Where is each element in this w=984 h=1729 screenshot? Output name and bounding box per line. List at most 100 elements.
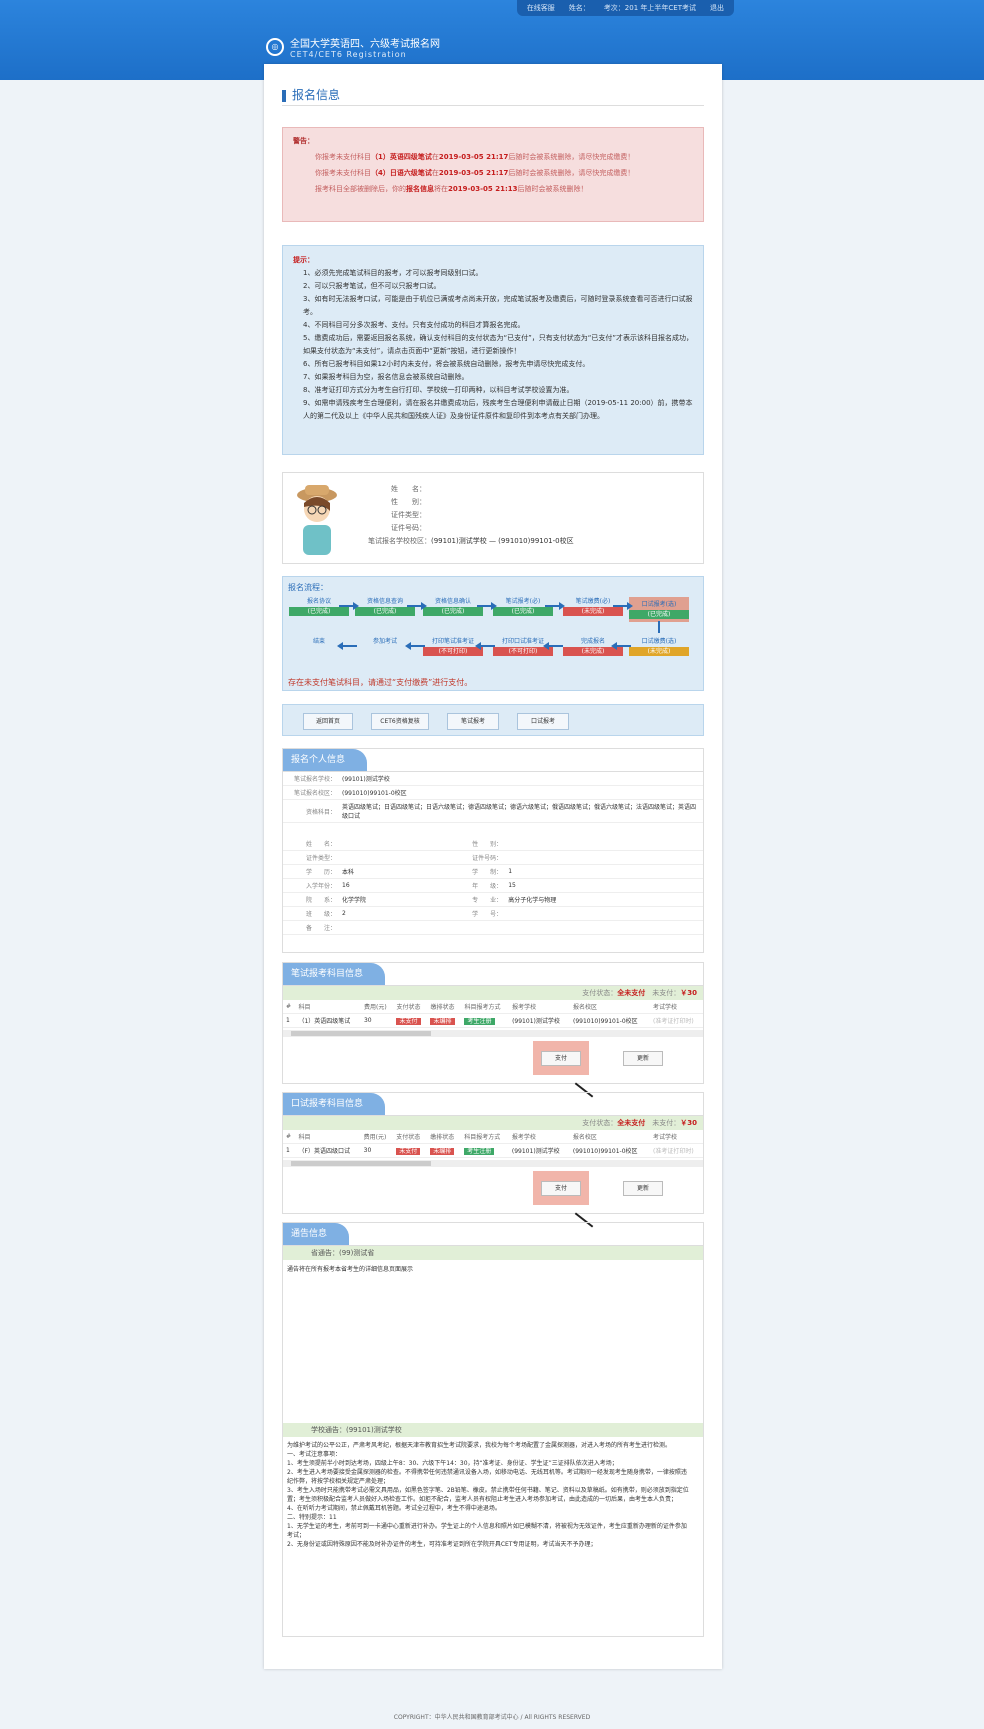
pay-button[interactable]: 支付 bbox=[541, 1181, 581, 1196]
flow-arrow-icon bbox=[407, 602, 427, 610]
written-apply-button[interactable]: 笔试报考 bbox=[447, 713, 499, 730]
warning-line: 报考科目全部被删除后，你的报名信息将在2019-03-05 21:13后随时会被… bbox=[315, 185, 588, 193]
column-header: 支付状态 bbox=[393, 1000, 428, 1014]
field-label: 笔试报名学校校区： bbox=[368, 537, 431, 545]
step-status: (已完成) bbox=[355, 607, 415, 616]
info-label: 姓 名： bbox=[283, 837, 339, 851]
online-service-link[interactable]: 在线客服 bbox=[527, 3, 555, 13]
written-title: 笔试报考科目信息 bbox=[283, 963, 386, 985]
warning-line: 你报考未支付科目（4）日语六级笔试在2019-03-05 21:17后随时会被系… bbox=[315, 169, 635, 177]
info-row: 入学年份： 16 年 级： 15 bbox=[283, 878, 703, 893]
step-name: 口试报考(选) bbox=[641, 601, 677, 608]
step-name: 笔试报考(必) bbox=[505, 598, 541, 605]
tip-item: 4、不同科目可分多次报考、支付。只有支付成功的科目才算报名完成。 bbox=[303, 321, 525, 329]
table-cell: 30 bbox=[360, 1143, 394, 1158]
title-bar-icon bbox=[282, 89, 286, 102]
info-row: 证件类型： 证件号码： bbox=[283, 850, 703, 865]
pay-button[interactable]: 支付 bbox=[541, 1051, 581, 1066]
oral-apply-button[interactable]: 口试报考 bbox=[517, 713, 569, 730]
oral-table: # 科目 费用(元) 支付状态 缴排状态 科目报考方式 报考学校 报名校区 考试学校 1 （F）英语… bbox=[283, 1130, 703, 1158]
table-cell: （F）英语四级口试 bbox=[295, 1143, 361, 1158]
horizontal-scrollbar[interactable] bbox=[283, 1160, 703, 1167]
cell-value: (991010)99101-0校区 bbox=[572, 1148, 638, 1155]
cet6-review-button[interactable]: CET6资格复核 bbox=[371, 713, 429, 730]
table-cell: 未编排 bbox=[427, 1013, 462, 1028]
site-logo[interactable]: ◎ 全国大学英语四、六级考试报名网 CET4/CET6 Registration bbox=[266, 35, 440, 59]
info-value: 15 bbox=[505, 878, 703, 893]
step-name: 打印笔试准考证 bbox=[431, 638, 474, 645]
cell-value: (准考证打印时) bbox=[653, 1018, 694, 1025]
horizontal-scrollbar[interactable] bbox=[283, 1030, 703, 1037]
flow-step: 资格信息查询 (已完成) bbox=[355, 597, 415, 616]
user-name-label: 姓名： bbox=[568, 4, 590, 12]
step-name: 报名协议 bbox=[306, 598, 331, 605]
school-notice-text[interactable]: 为维护考试的公平公正，严肃考风考纪，根据天津市教育招生考试院要求，我校为每个考场… bbox=[283, 1437, 703, 1625]
cell-value: （F）英语四级口试 bbox=[298, 1148, 350, 1155]
table-cell: 考生注册 bbox=[461, 1013, 510, 1028]
info-value: 高分子化学与物理 bbox=[505, 892, 703, 907]
column-header: 支付状态 bbox=[393, 1130, 428, 1144]
home-button[interactable]: 返回首页 bbox=[303, 713, 353, 730]
cell-value: 30 bbox=[363, 1147, 372, 1154]
table-cell: (99101)测试学校 bbox=[509, 1013, 570, 1028]
flow-arrow-icon bbox=[337, 642, 357, 650]
personal-info-panel: 报名个人信息 笔试报名学校： (99101)测试学校 笔试报名校区： (991010… bbox=[282, 748, 704, 953]
flow-arrow-icon bbox=[405, 642, 425, 650]
step-status: (已完成) bbox=[289, 607, 349, 616]
field-label: 证件类型： bbox=[391, 511, 426, 519]
oral-title: 口试报考科目信息 bbox=[283, 1093, 386, 1115]
step-name: 结束 bbox=[312, 638, 325, 645]
oral-panel: 口试报考科目信息 支付状态：全未支付 未支付：￥30 # 科目 费用(元) 支付状态缴… bbox=[282, 1092, 704, 1228]
update-button[interactable]: 更新 bbox=[623, 1181, 663, 1196]
update-button[interactable]: 更新 bbox=[623, 1051, 663, 1066]
info-value bbox=[505, 906, 703, 921]
warning-box: 警告： 你报考未支付科目（1）英语四级笔试在2019-03-05 21:17后随… bbox=[282, 127, 704, 222]
flow-arrow-icon bbox=[545, 602, 565, 610]
tip-item: 2、可以只报考笔试，但不可以只报考口试。 bbox=[303, 282, 441, 290]
info-label: 性 别： bbox=[449, 837, 506, 851]
table-cell: 未支付 bbox=[393, 1013, 428, 1028]
person-field: 性 别： bbox=[368, 496, 574, 509]
field-label: 证件号码： bbox=[391, 524, 426, 532]
oral-status-bar: 支付状态：全未支付 未支付：￥30 bbox=[283, 1116, 703, 1130]
top-strip: 在线客服 姓名： 考次：201 年上半年CET考试 退出 bbox=[516, 0, 734, 16]
person-field: 姓 名： bbox=[368, 483, 574, 496]
column-header: 科目报考方式 bbox=[461, 1000, 510, 1014]
table-cell: 1 bbox=[283, 1013, 296, 1028]
column-header: # bbox=[283, 1000, 296, 1014]
logout-link[interactable]: 退出 bbox=[710, 3, 724, 13]
table-row: 1 （1）英语四级笔试 30 未支付 未编排 考生注册 (99101)测试学校 (991010… bbox=[283, 1013, 703, 1028]
school-notice-header: 学校通告：(99101)测试学校 bbox=[283, 1423, 703, 1437]
info-label: 年 级： bbox=[449, 878, 506, 893]
personal-info-title: 报名个人信息 bbox=[283, 749, 368, 771]
tip-item: 6、所有已报考科目如果12小时内未支付，将会被系统自动删除，报考先申请尽快完成支… bbox=[303, 360, 590, 368]
step-name: 资格信息查询 bbox=[366, 598, 403, 605]
info-value bbox=[505, 920, 703, 935]
province-notice-text: 通告将在所有报考本省考生的详细信息页面展示 bbox=[287, 1266, 414, 1273]
info-label: 学 制： bbox=[449, 864, 506, 879]
info-row: 班 级： 2 学 号： bbox=[283, 906, 703, 921]
column-header: 缴排状态 bbox=[427, 1000, 462, 1014]
seal-icon: ◎ bbox=[266, 38, 284, 56]
flow-label: 报名流程： bbox=[288, 583, 328, 592]
info-label: 证件号码： bbox=[449, 850, 506, 865]
cell-value: 未支付 bbox=[396, 1018, 421, 1025]
step-name: 参加考试 bbox=[372, 638, 397, 645]
info-label: 证件类型： bbox=[283, 850, 339, 865]
column-header: 报考学校 bbox=[508, 1130, 570, 1144]
column-header: 缴排状态 bbox=[427, 1130, 462, 1144]
flow-arrow-icon bbox=[475, 642, 495, 650]
exam-session-label: 考次：201 年上半年CET考试 bbox=[603, 4, 696, 12]
field-label: 姓 名： bbox=[391, 485, 426, 493]
field-value: (99101)测试学校 — (991010)99101-0校区 bbox=[431, 537, 574, 545]
cell-value: (准考证打印时) bbox=[653, 1148, 694, 1155]
flow-arrow-icon bbox=[613, 602, 633, 610]
column-header: 费用(元) bbox=[360, 1130, 394, 1144]
column-header: 考试学校 bbox=[650, 1000, 703, 1014]
warning-label: 警告： bbox=[293, 137, 314, 145]
step-status: (已完成) bbox=[629, 610, 689, 619]
main-content: 报名信息 警告： 你报考未支付科目（1）英语四级笔试在2019-03-05 21… bbox=[264, 64, 722, 1669]
info-label: 学 号： bbox=[449, 906, 506, 921]
written-panel: 笔试报考科目信息 支付状态：全未支付 未支付：￥30 # 科目 费用(元) 支付状态缴… bbox=[282, 962, 704, 1098]
cell-value: 30 bbox=[363, 1017, 372, 1024]
